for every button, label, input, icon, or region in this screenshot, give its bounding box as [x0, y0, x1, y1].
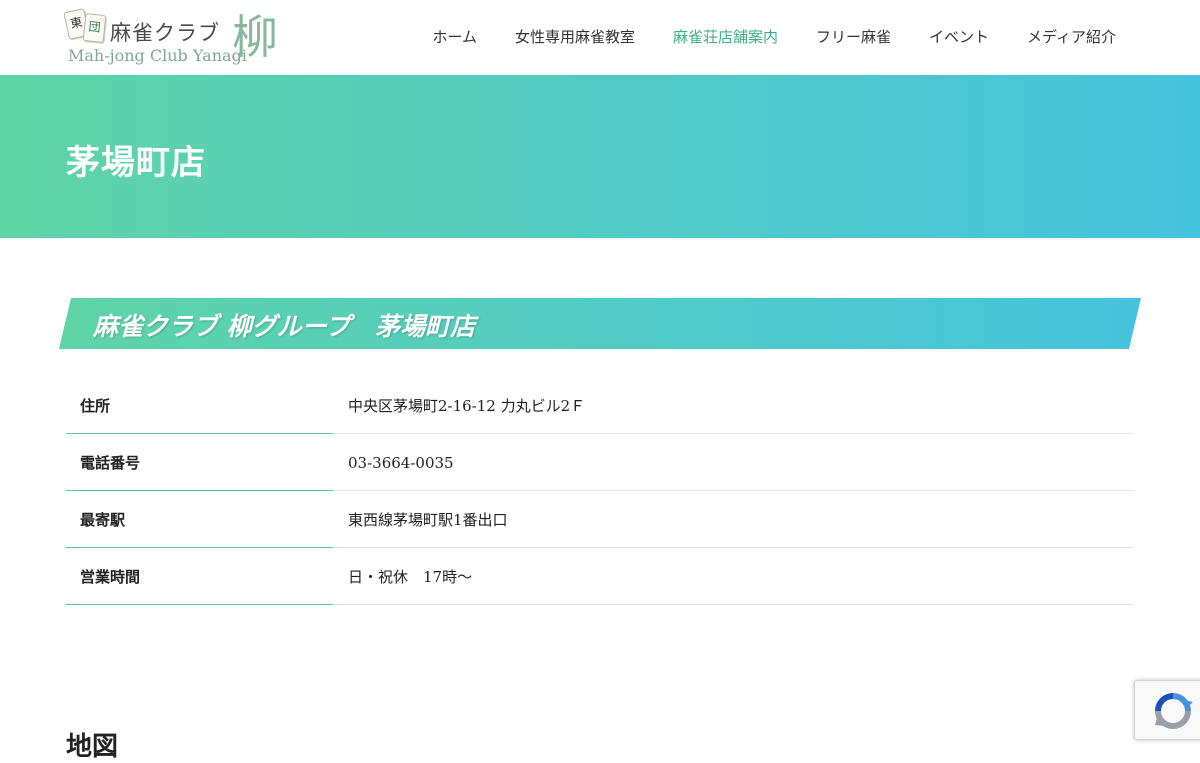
- recaptcha-badge[interactable]: [1134, 680, 1200, 740]
- site-logo[interactable]: 東 団 麻雀クラブ Mah-jong Club Yanagi 柳: [63, 8, 286, 70]
- info-value: 東西線茅場町駅1番出口: [333, 492, 1134, 548]
- store-info-table: 住所 中央区茅場町2-16-12 力丸ビル2Ｆ 電話番号 03-3664-003…: [66, 378, 1134, 606]
- nav-item-free-mahjong[interactable]: フリー麻雀: [816, 26, 891, 47]
- nav-item-home[interactable]: ホーム: [432, 26, 477, 47]
- info-value[interactable]: 03-3664-0035: [333, 435, 1134, 491]
- info-value: 中央区茅場町2-16-12 力丸ビル2Ｆ: [333, 378, 1134, 434]
- nav-item-media[interactable]: メディア紹介: [1027, 26, 1116, 47]
- nav-item-events[interactable]: イベント: [929, 26, 989, 47]
- map-heading: 地図: [66, 732, 119, 762]
- info-row-hours: 営業時間 日・祝休 17時〜: [66, 549, 1134, 606]
- main-nav: ホーム 女性専用麻雀教室 麻雀荘店舗案内 フリー麻雀 イベント メディア紹介: [394, 26, 1116, 47]
- site-header: 東 団 麻雀クラブ Mah-jong Club Yanagi 柳 ホーム 女性専…: [0, 0, 1200, 75]
- nav-item-women-class[interactable]: 女性専用麻雀教室: [515, 26, 635, 47]
- info-label: 電話番号: [66, 435, 333, 491]
- recaptcha-icon: [1155, 693, 1193, 729]
- store-banner-title: 麻雀クラブ 柳グループ 茅場町店: [93, 312, 476, 341]
- mahjong-tile-icon: 団: [82, 12, 107, 44]
- page-hero: 茅場町店: [0, 75, 1200, 238]
- nav-item-stores[interactable]: 麻雀荘店舗案内: [673, 26, 778, 47]
- info-row-station: 最寄駅 東西線茅場町駅1番出口: [66, 492, 1134, 549]
- info-row-phone: 電話番号 03-3664-0035: [66, 435, 1134, 492]
- info-value: 日・祝休 17時〜: [333, 549, 1134, 605]
- logo-kanji: 柳: [232, 10, 278, 64]
- store-banner: 麻雀クラブ 柳グループ 茅場町店: [59, 298, 1141, 349]
- info-row-address: 住所 中央区茅場町2-16-12 力丸ビル2Ｆ: [66, 378, 1134, 435]
- info-label: 最寄駅: [66, 492, 333, 548]
- logo-title-jp: 麻雀クラブ: [110, 21, 220, 45]
- logo-title-en: Mah-jong Club Yanagi: [68, 46, 247, 65]
- info-label: 営業時間: [66, 549, 333, 605]
- info-label: 住所: [66, 378, 333, 434]
- page-title: 茅場町店: [66, 143, 206, 183]
